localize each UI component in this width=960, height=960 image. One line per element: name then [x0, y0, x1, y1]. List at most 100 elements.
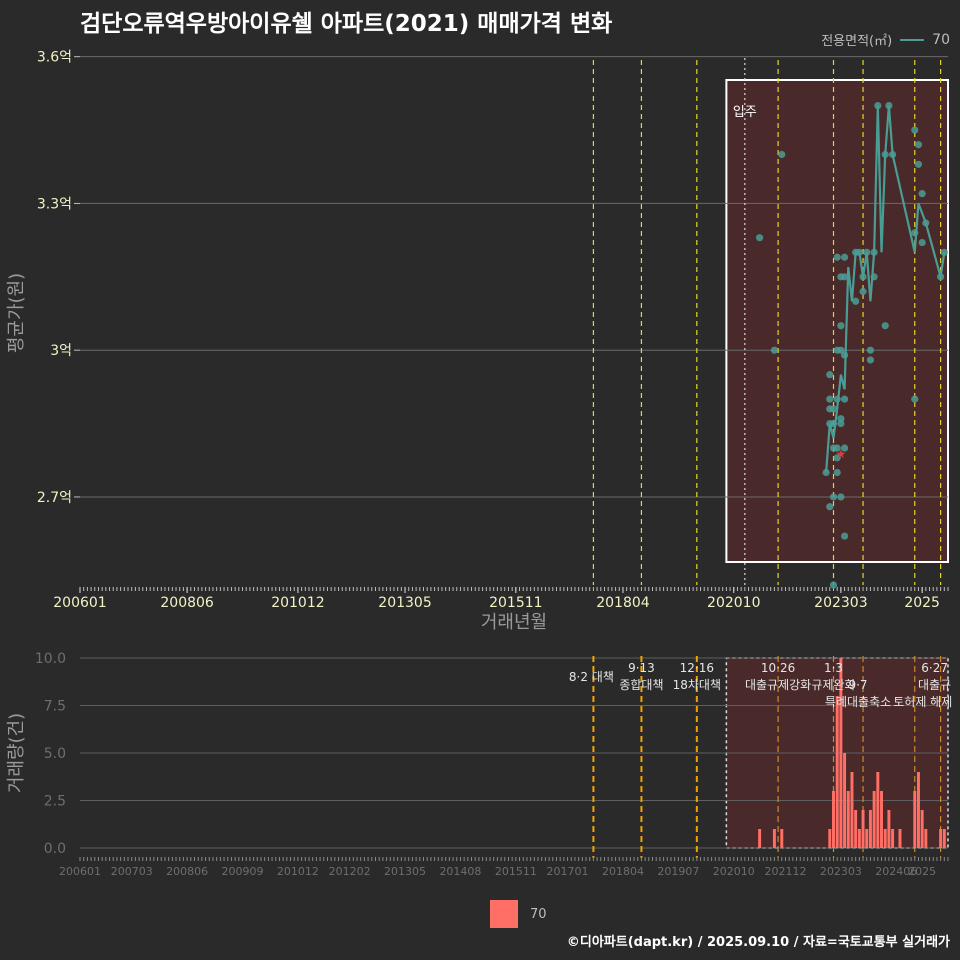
volume-x-tick-label: 201012 [277, 865, 319, 878]
footer-credit: ©디아파트(dapt.kr) / 2025.09.10 / 자료=국토교통부 실… [566, 935, 950, 950]
volume-x-tick-label: 201202 [329, 865, 371, 878]
data-point [866, 346, 875, 354]
policy-label: 10·26 [761, 661, 795, 675]
volume-x-tick-label: 201907 [657, 865, 699, 878]
data-point [940, 248, 948, 256]
y-tick-label: 2.7억 [37, 490, 72, 506]
x-tick-label: 202010 [707, 595, 760, 611]
volume-x-tick-label: 202112 [764, 865, 806, 878]
volume-y-axis-title: 거래량(건) [6, 713, 27, 793]
price-chart: 2.7억 3억 3.3억 3.6억입주 200601 200806 201012 201305… [6, 50, 950, 633]
volume-bar [942, 829, 946, 848]
data-point [870, 248, 878, 256]
volume-bar [846, 791, 850, 848]
policy-label: 12·16 [680, 661, 714, 675]
data-point [881, 322, 889, 330]
x-tick-label: 201012 [271, 595, 324, 611]
volume-bar [913, 791, 917, 848]
data-point [833, 468, 841, 477]
data-point [840, 253, 849, 261]
data-point [826, 371, 834, 379]
volume-bar [898, 829, 902, 848]
data-point [822, 468, 830, 477]
data-point [840, 532, 849, 540]
volume-x-tick-label: 201305 [384, 865, 426, 878]
data-point [922, 219, 930, 227]
volume-y-tick-label: 7.5 [44, 699, 66, 715]
volume-bar [828, 829, 832, 848]
volume-bar [758, 829, 762, 848]
policy-label: 9·7 [848, 678, 867, 692]
y-tick-label: 3.6억 [37, 50, 72, 66]
y-tick-label: 3억 [50, 343, 72, 359]
data-point [837, 493, 845, 501]
volume-x-tick-label: 202010 [713, 865, 755, 878]
x-tick-label: 202303 [814, 595, 867, 611]
data-point [911, 395, 919, 403]
volume-y-tick-label: 0.0 [44, 841, 66, 857]
data-point [829, 493, 838, 501]
data-point [829, 419, 838, 428]
data-point [840, 273, 849, 281]
policy-label: 대출규제강화 [745, 678, 811, 692]
x-tick-label: 201511 [489, 595, 542, 611]
y-axis-title: 평균가(원) [6, 273, 27, 353]
volume-bar [883, 829, 887, 848]
volume-x-tick-label: 202303 [820, 865, 862, 878]
volume-x-tick-label: 200601 [59, 865, 101, 878]
volume-bar [835, 696, 839, 848]
x-axis-title: 거래년월 [481, 612, 547, 633]
volume-bar [832, 791, 835, 848]
volume-x-tick-label: 2025 [908, 865, 936, 878]
data-point [937, 273, 945, 281]
volume-bar [861, 810, 865, 848]
chart-page: 검단오류역우방아이유쉘 아파트(2021) 매매가격 변화 전용면적(㎡) 70… [0, 0, 960, 960]
volume-bar [843, 753, 847, 848]
x-tick-label: 200806 [160, 595, 214, 611]
data-point [918, 238, 926, 247]
data-point [852, 297, 860, 305]
policy-label: 6·27 [921, 661, 948, 675]
data-point [826, 395, 834, 403]
data-point [778, 150, 786, 159]
data-point [885, 101, 893, 110]
legend-bar-value: 70 [530, 906, 547, 922]
data-point [833, 395, 841, 403]
policy-label: 토허제 해제 [893, 695, 952, 709]
data-point [911, 126, 919, 134]
data-point [826, 405, 834, 413]
volume-bar [872, 791, 876, 848]
data-point [837, 322, 845, 330]
volume-bar [924, 829, 928, 848]
data-point [888, 150, 897, 159]
volume-bar [854, 810, 858, 848]
data-point [874, 101, 882, 110]
data-point [863, 248, 871, 256]
volume-bar [891, 829, 895, 848]
data-point [870, 273, 878, 281]
volume-bar [916, 772, 920, 848]
volume-bar [939, 829, 943, 848]
data-point [770, 346, 779, 354]
volume-bar [780, 829, 784, 848]
volume-x-tick-label: 201804 [602, 865, 644, 878]
move-in-label: 입주 [733, 105, 757, 120]
volume-x-tick-label: 200909 [222, 865, 264, 878]
x-tick-label: 2025 [904, 595, 940, 611]
data-point [918, 190, 926, 198]
data-point [911, 229, 919, 237]
volume-bar [865, 829, 869, 848]
data-point [833, 253, 841, 261]
volume-x-tick-label: 201511 [495, 865, 537, 878]
volume-bar [850, 772, 854, 848]
volume-y-tick-label: 2.5 [44, 794, 66, 810]
y-tick-label: 3.3억 [37, 196, 72, 212]
volume-bar [920, 810, 924, 848]
x-tick-label: 200601 [53, 595, 106, 611]
volume-y-tick-label: 5.0 [44, 746, 66, 762]
legend-bar-swatch [490, 900, 518, 928]
volume-y-tick-label: 10.0 [35, 651, 66, 667]
volume-x-tick-label: 200703 [111, 865, 153, 878]
volume-bar [880, 791, 883, 848]
marker-star: ★ [836, 447, 847, 461]
